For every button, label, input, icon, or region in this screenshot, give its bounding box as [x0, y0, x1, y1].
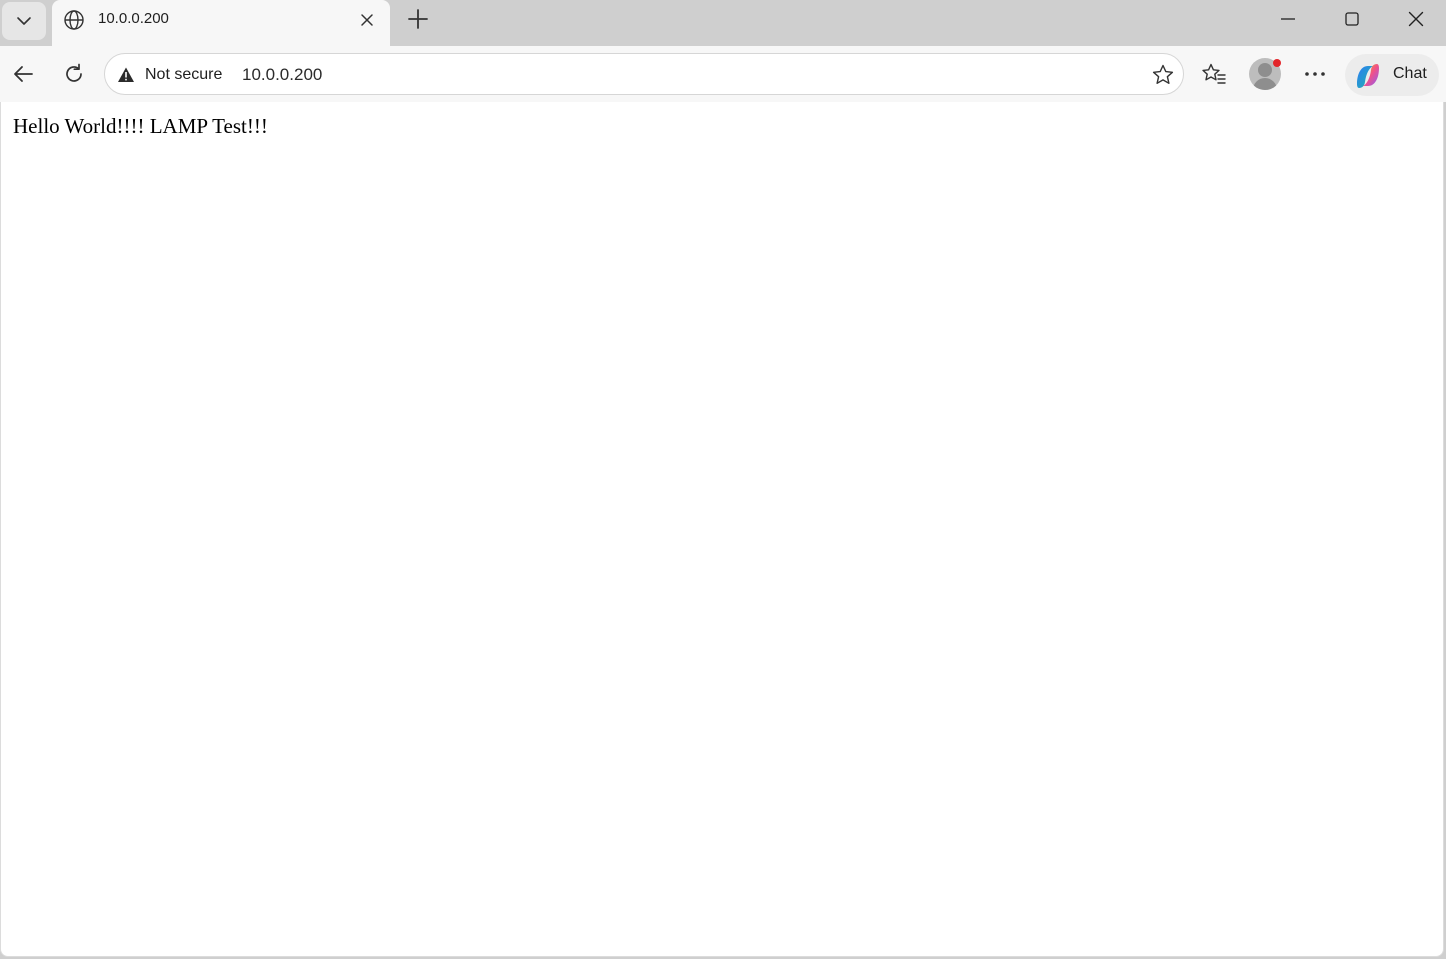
window-close-button[interactable]: [1386, 0, 1446, 38]
security-status-label[interactable]: Not secure: [145, 66, 222, 84]
back-button[interactable]: [5, 56, 41, 92]
warning-icon[interactable]: [116, 65, 136, 85]
browser-window: 10.0.0.200 Not secure 10.0.0.200 Chat He…: [0, 0, 1446, 959]
plus-icon: [408, 9, 428, 29]
reload-icon: [66, 63, 82, 82]
maximize-icon: [1345, 12, 1359, 26]
minimize-icon: [1281, 18, 1295, 20]
avatar-body: [1253, 78, 1277, 90]
copilot-icon: [1357, 64, 1379, 88]
close-icon: [1408, 11, 1424, 27]
new-tab-button[interactable]: [402, 4, 434, 34]
minimize-button[interactable]: [1258, 0, 1318, 38]
maximize-button[interactable]: [1322, 0, 1382, 38]
favorites-icon: [1202, 63, 1226, 84]
avatar-head: [1258, 63, 1272, 77]
settings-and-more-button[interactable]: [1297, 56, 1333, 92]
chevron-down-icon: [17, 17, 31, 25]
more-icon: [1305, 72, 1325, 76]
navigation-toolbar: Not secure 10.0.0.200: [0, 46, 1446, 102]
reload-button[interactable]: [56, 56, 92, 92]
close-icon: [361, 14, 373, 26]
url-text[interactable]: 10.0.0.200: [242, 65, 322, 85]
tab-close-button[interactable]: [354, 7, 380, 33]
page-viewport: Hello World!!!! LAMP Test!!!: [0, 102, 1444, 957]
page-body-text: Hello World!!!! LAMP Test!!!: [13, 114, 268, 138]
copilot-chat-button[interactable]: Chat: [1345, 54, 1439, 96]
tab-title: 10.0.0.200: [98, 10, 169, 27]
chat-label: Chat: [1393, 65, 1427, 82]
star-icon: [1152, 64, 1174, 84]
address-bar[interactable]: Not secure 10.0.0.200: [104, 53, 1184, 95]
tab-list-button[interactable]: [2, 2, 46, 40]
active-tab[interactable]: 10.0.0.200: [52, 0, 390, 46]
back-arrow-icon: [14, 66, 33, 82]
favorites-button[interactable]: [1196, 56, 1232, 92]
globe-icon: [62, 8, 86, 32]
tab-strip: 10.0.0.200: [0, 0, 1446, 46]
notification-dot: [1273, 59, 1281, 67]
add-favorite-button[interactable]: [1150, 62, 1176, 88]
